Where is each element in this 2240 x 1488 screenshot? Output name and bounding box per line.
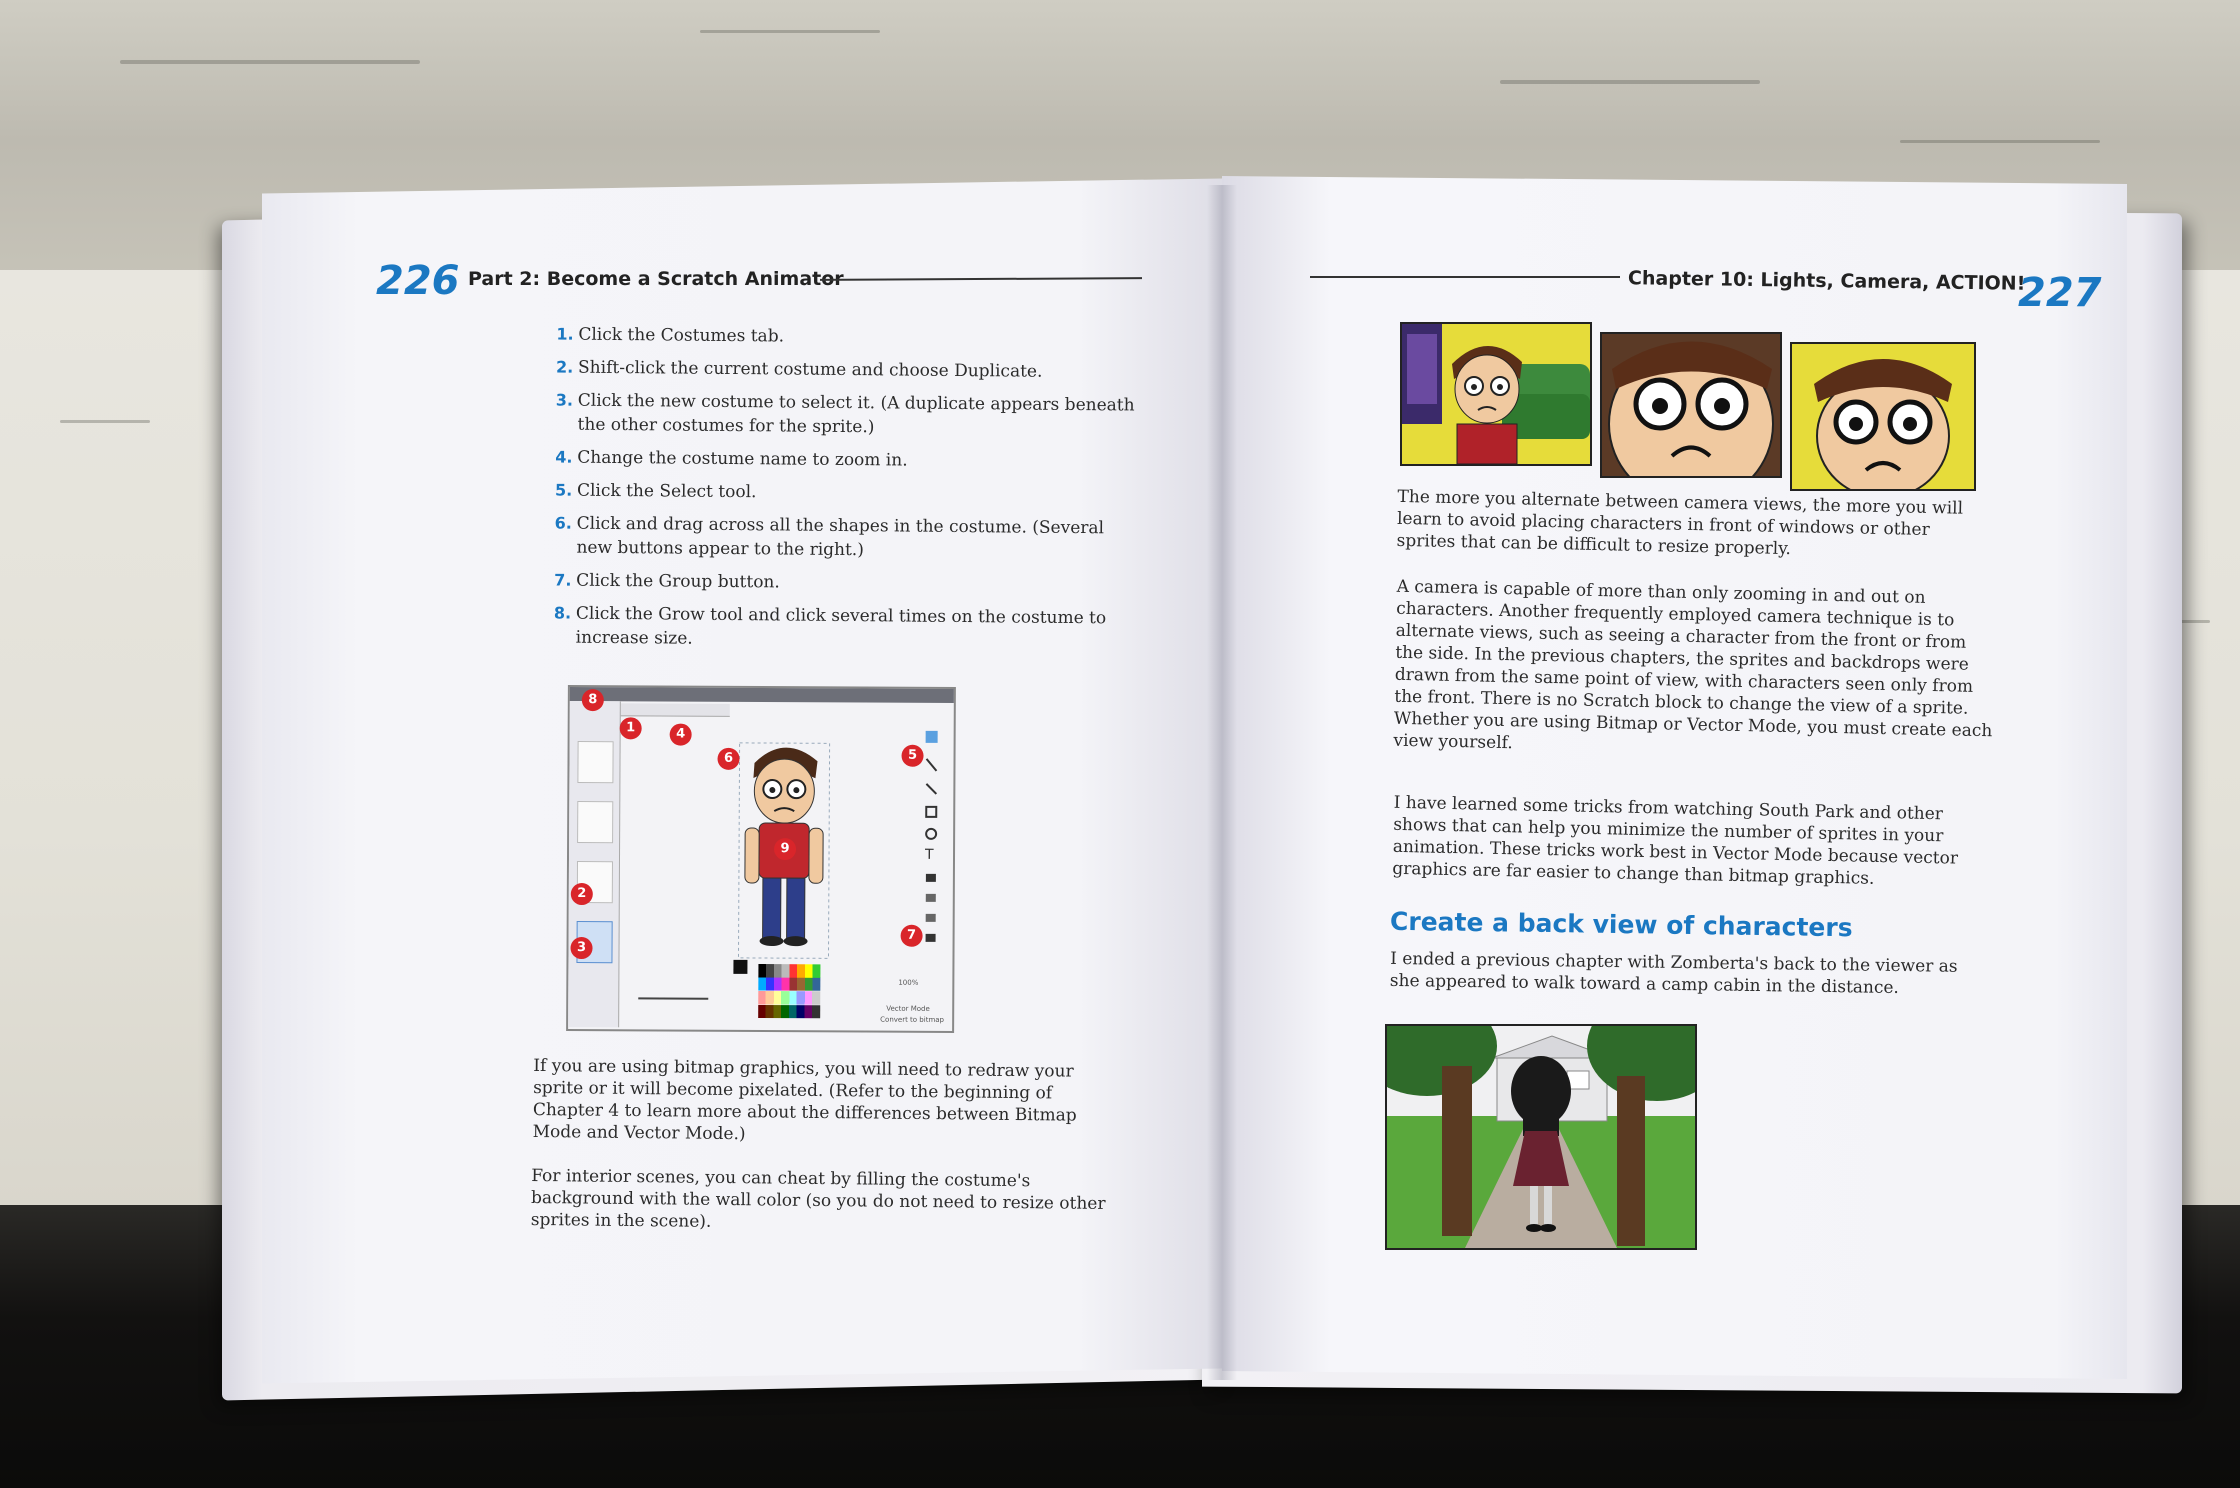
costume-thumbnail (577, 801, 614, 844)
svg-text:T: T (924, 847, 934, 863)
convert-bitmap-label: Convert to bitmap (880, 1015, 945, 1024)
step-text: Click the Grow tool and click several ti… (575, 603, 1107, 649)
camera-panel-extreme-close (1790, 342, 1976, 491)
callout-badge: 7 (900, 924, 923, 947)
callout-badge: 4 (669, 723, 692, 746)
callout-badge: 9 (773, 838, 797, 861)
zoom-percent: 100% (898, 978, 919, 987)
camera-panel-close (1600, 332, 1782, 478)
step-number: 8. (553, 603, 572, 623)
list-item: 4. Change the costume name to zoom in. (555, 445, 1135, 474)
callout-badge: 5 (901, 744, 924, 767)
step-text: Change the costume name to zoom in. (577, 447, 908, 471)
scratch-editor-screenshot: T 100% Vector Mode Convert to bitmap 1 2… (566, 684, 956, 1034)
callout-badge: 1 (619, 717, 642, 740)
body-paragraph: I ended a previous chapter with Zomberta… (1389, 948, 1958, 998)
paint-crack (1900, 140, 2100, 143)
step-text: Click the Costumes tab. (578, 324, 785, 347)
step-number: 1. (556, 324, 574, 344)
vector-mode-label: Vector Mode (886, 1004, 930, 1013)
header-rule-right (1310, 276, 1620, 278)
zoom-slider (638, 997, 709, 1000)
step-text: Click the new costume to select it. (A d… (577, 390, 1135, 438)
list-item: 1. Click the Costumes tab. (556, 322, 1136, 351)
body-paragraph: A camera is capable of more than only zo… (1393, 576, 1993, 754)
list-item: 8. Click the Grow tool and click several … (554, 601, 1134, 654)
book-gutter (1207, 185, 1237, 1380)
zomberta-back-view-icon (1387, 1026, 1695, 1248)
callout-badge: 2 (570, 883, 593, 906)
step-number: 7. (554, 570, 572, 590)
list-item: 3. Click the new costume to select it. (A… (555, 388, 1135, 441)
boy-wide-shot-icon (1402, 324, 1590, 464)
camera-panel-wide (1400, 322, 1592, 466)
list-item: 6. Click and drag across all the shapes i… (554, 511, 1134, 564)
running-head-left: Part 2: Become a Scratch Animator (468, 268, 844, 290)
step-text: Click and drag across all the shapes in … (576, 513, 1105, 561)
body-paragraph: For interior scenes, you can cheat by fi… (530, 1165, 1106, 1232)
body-paragraph: The more you alternate between camera vi… (1396, 486, 1964, 560)
step-text: Shift-click the current costume and choo… (577, 357, 1043, 382)
callout-badge: 3 (570, 937, 593, 960)
step-text: Click the Select tool. (576, 480, 757, 503)
body-paragraph: If you are using bitmap graphics, you wi… (532, 1055, 1077, 1145)
step-number: 4. (555, 447, 573, 467)
step-number: 5. (554, 480, 573, 500)
back-view-illustration (1385, 1024, 1697, 1250)
costume-thumbnail (577, 741, 614, 784)
body-paragraph: I have learned some tricks from watching… (1392, 792, 1959, 889)
list-item: 7. Click the Group button. (554, 568, 1134, 597)
paint-crack (120, 60, 420, 64)
step-number: 3. (555, 390, 574, 410)
list-item: 5. Click the Select tool. (555, 478, 1135, 507)
current-color-swatch (733, 959, 748, 974)
callout-badge: 6 (717, 747, 740, 770)
boy-closeup-icon (1608, 341, 1774, 476)
step-number: 2. (556, 357, 574, 377)
color-palette (758, 963, 821, 1019)
step-number: 6. (554, 513, 573, 533)
editor-menu-bar (569, 686, 954, 704)
boy-extreme-closeup-icon (1814, 359, 1952, 489)
paint-crack (60, 420, 150, 423)
page-number-left: 226 (376, 258, 460, 304)
vector-tools-icon: T (924, 730, 938, 942)
list-item: 2. Shift-click the current costume and ch… (556, 355, 1136, 384)
costume-list (568, 700, 621, 1028)
callout-badge: 8 (581, 689, 604, 712)
step-list: 1. Click the Costumes tab. 2. Shift-click … (554, 322, 1137, 663)
step-text: Click the Group button. (576, 570, 780, 593)
paint-crack (1500, 80, 1760, 84)
page-number-right: 227 (2018, 270, 2102, 316)
costumes-tabs (609, 703, 730, 717)
paint-crack (700, 30, 880, 33)
tool-column: T (921, 729, 942, 949)
